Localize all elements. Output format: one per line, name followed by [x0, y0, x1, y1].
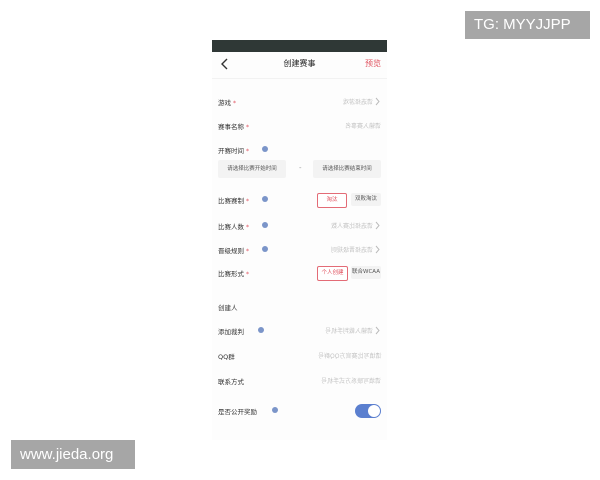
- phone-screen: 创建赛事 预览 游戏 * 请选择游戏 赛事名称 * 请输入赛事名 开赛时间 * 请选择…: [212, 40, 387, 440]
- start-time-picker[interactable]: 请选择比赛开始时间: [218, 160, 286, 178]
- contact-label: 联系方式: [218, 378, 244, 386]
- advance-placeholder: 请选择晋级规则: [330, 247, 373, 254]
- game-label: 游戏 *: [218, 99, 236, 107]
- mode-label: 比赛形式 *: [218, 270, 249, 278]
- reward-row: 是否公开奖励: [218, 404, 381, 418]
- preview-button[interactable]: 预览: [365, 58, 381, 69]
- mode-option-wcaa[interactable]: 联合WCAA: [351, 266, 381, 279]
- info-icon[interactable]: [262, 222, 268, 228]
- toggle-knob: [368, 405, 380, 417]
- players-placeholder: 请选择比赛人数: [330, 223, 373, 230]
- info-icon[interactable]: [262, 246, 268, 252]
- info-icon[interactable]: [272, 407, 278, 413]
- contact-input[interactable]: 请填写联系方式手机号: [321, 376, 381, 385]
- chevron-right-icon: [375, 245, 380, 254]
- page-title: 创建赛事: [283, 59, 316, 68]
- referee-row[interactable]: 添加裁判 请输入裁判手机号: [218, 324, 381, 338]
- format-label: 比赛赛制 *: [218, 197, 249, 205]
- advance-label: 晋级规则 *: [218, 247, 249, 255]
- format-option-double-elimination[interactable]: 双败淘汰: [351, 193, 381, 206]
- mode-row: 比赛形式 * 个人创建 联合WCAA: [218, 266, 381, 281]
- format-option-knockout[interactable]: 淘汰: [317, 193, 347, 208]
- game-placeholder: 请选择游戏: [342, 99, 373, 106]
- format-row: 比赛赛制 * 淘汰 双败淘汰: [218, 193, 381, 208]
- creator-label: 创建人: [218, 304, 238, 312]
- players-label: 比赛人数 *: [218, 223, 249, 231]
- chevron-right-icon: [375, 97, 380, 106]
- end-time-picker[interactable]: 请选择比赛结束时间: [313, 160, 381, 178]
- reward-toggle[interactable]: [355, 404, 381, 418]
- time-range: 请选择比赛开始时间 - 请选择比赛结束时间: [218, 160, 381, 178]
- reward-label: 是否公开奖励: [218, 408, 257, 416]
- chevron-right-icon: [375, 326, 380, 335]
- players-row[interactable]: 比赛人数 * 请选择比赛人数: [218, 219, 381, 233]
- game-row[interactable]: 游戏 * 请选择游戏: [218, 95, 381, 109]
- watermark-site: www.jieda.org: [11, 440, 135, 469]
- time-separator: -: [299, 164, 302, 172]
- referee-input[interactable]: 请输入裁判手机号: [325, 326, 373, 335]
- qq-row[interactable]: QQ群 请填写比赛官方QQ群号: [218, 349, 381, 363]
- referee-label: 添加裁判: [218, 328, 244, 336]
- nav-bar: 创建赛事 预览: [212, 52, 387, 79]
- name-label: 赛事名称 *: [218, 123, 249, 131]
- watermark-telegram: TG: MYYJJPP: [465, 11, 590, 39]
- mode-option-personal[interactable]: 个人创建: [317, 266, 348, 281]
- status-bar: [212, 40, 387, 52]
- info-icon[interactable]: [262, 146, 268, 152]
- contact-row[interactable]: 联系方式 请填写联系方式手机号: [218, 374, 381, 388]
- time-label: 开赛时间 *: [218, 147, 249, 155]
- info-icon[interactable]: [258, 327, 264, 333]
- qq-input[interactable]: 请填写比赛官方QQ群号: [318, 351, 381, 360]
- creator-row: 创建人: [218, 300, 381, 314]
- name-input[interactable]: 请输入赛事名: [345, 121, 381, 130]
- time-row: 开赛时间 *: [218, 143, 381, 157]
- name-row[interactable]: 赛事名称 * 请输入赛事名: [218, 119, 381, 133]
- qq-label: QQ群: [218, 353, 235, 361]
- advance-row[interactable]: 晋级规则 * 请选择晋级规则: [218, 243, 381, 257]
- info-icon[interactable]: [262, 196, 268, 202]
- chevron-right-icon: [375, 221, 380, 230]
